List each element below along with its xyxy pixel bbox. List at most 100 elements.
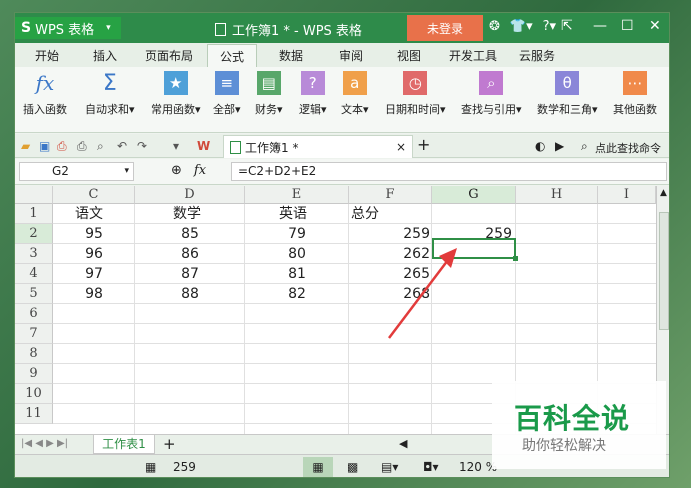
name-box[interactable]: G2 ▾ [19,162,134,181]
minimize-button[interactable]: — [593,18,607,34]
text-button[interactable]: a 文本▾ [341,71,369,117]
skin-icon[interactable]: ❂ [489,19,500,34]
new-tab-icon[interactable]: + [417,135,430,154]
eye-protection-icon[interactable]: ◘▾ [423,460,439,474]
cell-c2[interactable]: 95 [53,224,135,244]
row-header-10[interactable]: 10 [15,384,53,404]
select-all-corner[interactable] [15,186,53,204]
tab-data[interactable]: 数据 [279,47,303,64]
tab-start[interactable]: 开始 [35,47,59,64]
row-header-11[interactable]: 11 [15,404,53,424]
lookup-button[interactable]: ⌕ 查找与引用▾ [461,71,522,117]
cell-d3[interactable]: 86 [135,244,245,264]
scroll-up-icon[interactable]: ▲ [660,188,667,198]
row-header-1[interactable]: 1 [15,204,53,224]
all-functions-button[interactable]: ≡ 全部▾ [213,71,241,117]
sheet-tab-1[interactable]: 工作表1 [93,435,155,454]
print-icon[interactable]: ⎙ [77,139,87,154]
share-icon[interactable]: ▶ [555,139,564,153]
tab-developer[interactable]: 开发工具 [449,47,497,64]
search-cmd-icon[interactable]: ⌕ [581,139,588,154]
row-header-6[interactable]: 6 [15,304,53,324]
logic-button[interactable]: ? 逻辑▾ [299,71,327,117]
undo-icon[interactable]: ↶ [117,139,127,153]
datetime-button[interactable]: ◷ 日期和时间▾ [385,71,446,117]
cell-e2[interactable]: 79 [245,224,349,244]
scroll-thumb[interactable] [659,212,669,330]
reading-view-icon[interactable]: ▤▾ [381,460,398,474]
common-functions-button[interactable]: ★ 常用函数▾ [151,71,201,117]
autosum-button[interactable]: Σ 自动求和▾ [85,71,135,117]
insert-function-button[interactable]: fx 插入函数 [23,71,67,117]
help-icon[interactable]: ?▾ [543,19,556,34]
formula-input[interactable]: =C2+D2+E2 [231,162,667,181]
close-button[interactable]: ✕ [649,18,661,34]
cell-e4[interactable]: 81 [245,264,349,284]
app-menu-button[interactable]: S WPS 表格 ▾ [15,17,121,39]
save-icon[interactable]: ▣ [39,139,50,153]
cell-d4[interactable]: 87 [135,264,245,284]
maximize-button[interactable]: ☐ [621,18,634,34]
finance-button[interactable]: ▤ 财务▾ [255,71,283,117]
cell-d5[interactable]: 88 [135,284,245,304]
row-header-8[interactable]: 8 [15,344,53,364]
cell-f2[interactable]: 259 [349,224,432,244]
zoom-formula-icon[interactable]: ⊕ [171,163,182,178]
column-header-c[interactable]: C [53,186,135,204]
print-preview-icon[interactable]: ⌕ [97,139,104,154]
column-header-g[interactable]: G [432,186,516,204]
cell-e3[interactable]: 80 [245,244,349,264]
tab-formula[interactable]: 公式 [207,44,258,67]
open-folder-icon[interactable]: ▰ [21,139,30,153]
row-header-4[interactable]: 4 [15,264,53,284]
restore-window-icon[interactable]: ⇱ [561,18,573,34]
normal-view-icon[interactable]: ▦ [303,457,333,477]
hscroll-left-icon[interactable]: ◀ [399,437,407,450]
column-header-d[interactable]: D [135,186,245,204]
page-break-view-icon[interactable]: ▩ [347,460,358,474]
export-pdf-icon[interactable]: ⎙ [57,139,67,154]
cell-c5[interactable]: 98 [53,284,135,304]
login-button[interactable]: 未登录 [407,15,483,41]
wps-w-icon[interactable]: W [197,139,210,153]
column-header-e[interactable]: E [245,186,349,204]
tab-cloud[interactable]: 云服务 [519,47,555,64]
row-header-3[interactable]: 3 [15,244,53,264]
redo-icon[interactable]: ↷ [137,139,147,153]
other-functions-button[interactable]: ⋯ 其他函数 [613,71,657,117]
customize-icon[interactable]: ▾ [173,139,179,153]
cell-e5[interactable]: 82 [245,284,349,304]
fill-handle[interactable] [513,256,518,261]
sync-icon[interactable]: ◐ [535,139,545,153]
close-tab-icon[interactable]: × [396,140,406,154]
tab-insert[interactable]: 插入 [93,47,117,64]
tab-view[interactable]: 视图 [397,47,421,64]
chevron-down-icon[interactable]: ▾ [124,163,129,180]
cell-c4[interactable]: 97 [53,264,135,284]
row-header-9[interactable]: 9 [15,364,53,384]
sheet-nav-icons[interactable]: |◀ ◀ ▶ ▶| [21,438,68,449]
math-button[interactable]: θ 数学和三角▾ [537,71,598,117]
tab-page-layout[interactable]: 页面布局 [145,47,193,64]
cell-d1[interactable]: 数学 [173,204,201,224]
cell-f1[interactable]: 总分 [351,204,379,224]
cell-c1[interactable]: 语文 [75,204,103,224]
math-label: 数学和三角▾ [537,103,598,116]
search-cmd-label[interactable]: 点此查找命令 [595,140,661,156]
tab-review[interactable]: 审阅 [339,47,363,64]
row-header-2[interactable]: 2 [15,224,53,244]
cell-c3[interactable]: 96 [53,244,135,264]
fx-icon[interactable]: fx [194,163,206,178]
file-tab[interactable]: 工作簿1 * × [223,135,413,158]
row-header-7[interactable]: 7 [15,324,53,344]
cell-e1[interactable]: 英语 [279,204,307,224]
row-header-5[interactable]: 5 [15,284,53,304]
column-header-f[interactable]: F [349,186,432,204]
column-header-i[interactable]: I [598,186,656,204]
chevron-down-icon: ▾ [106,23,111,33]
shirt-icon[interactable]: 👕▾ [510,19,533,34]
column-header-h[interactable]: H [516,186,598,204]
datetime-text: 日期和时间 [385,103,440,116]
add-sheet-icon[interactable]: + [163,435,176,453]
cell-d2[interactable]: 85 [135,224,245,244]
